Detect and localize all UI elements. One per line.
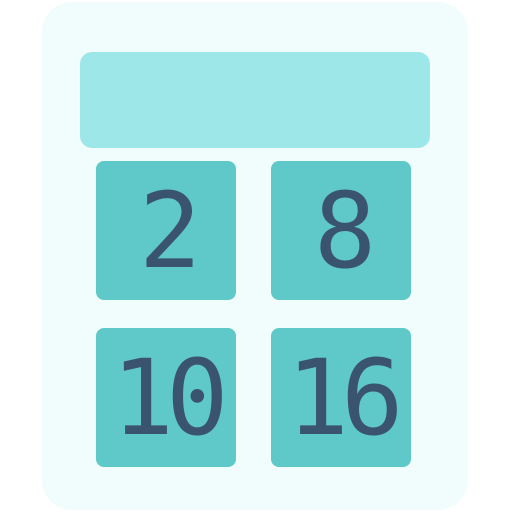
key-label: 16 [286, 336, 403, 459]
key-10[interactable]: 10 [96, 328, 236, 467]
key-16[interactable]: 16 [271, 328, 411, 467]
key-label: 10 [111, 336, 228, 459]
key-label: 8 [313, 169, 377, 292]
key-8[interactable]: 8 [271, 161, 411, 300]
calculator-display [80, 52, 430, 148]
key-2[interactable]: 2 [96, 161, 236, 300]
key-label: 2 [138, 169, 202, 292]
